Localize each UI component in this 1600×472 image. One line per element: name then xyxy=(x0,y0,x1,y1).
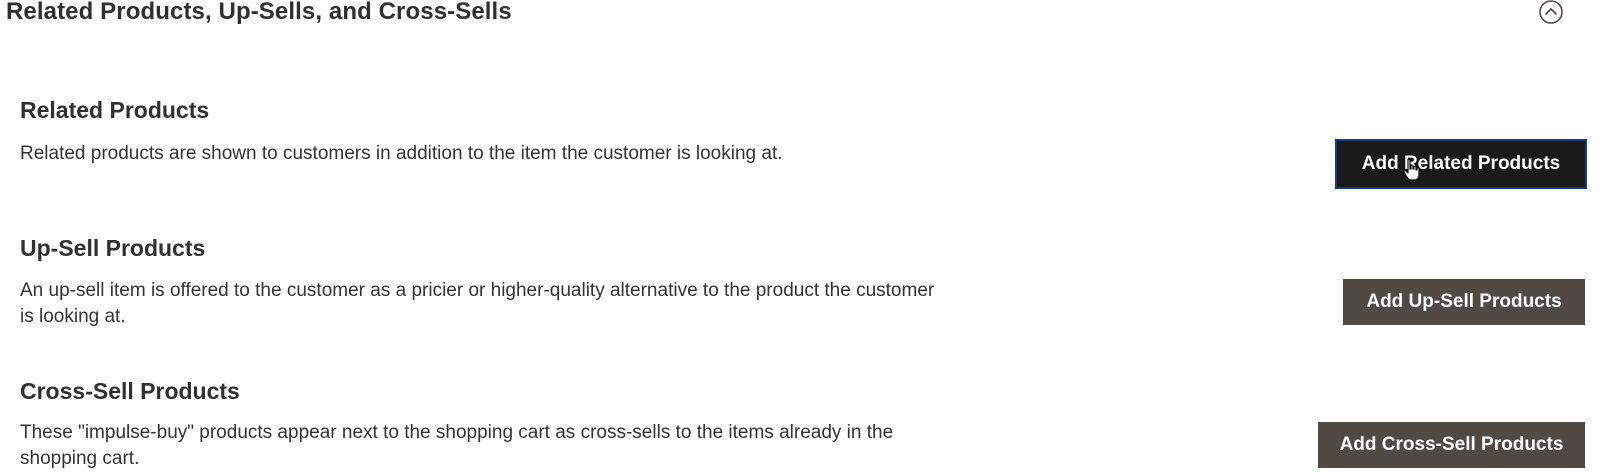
add-related-products-button[interactable]: Add Related Products xyxy=(1337,141,1585,187)
chevron-up-circle-icon[interactable] xyxy=(1539,0,1563,24)
crosssell-products-description: These "impulse-buy" products appear next… xyxy=(20,422,894,469)
related-products-title: Related Products xyxy=(20,97,210,123)
related-products-description: Related products are shown to customers … xyxy=(20,143,783,164)
add-crosssell-products-button[interactable]: Add Cross-Sell Products xyxy=(1318,422,1585,468)
section-title: Related Products, Up-Sells, and Cross-Se… xyxy=(6,0,512,25)
add-upsell-products-button[interactable]: Add Up-Sell Products xyxy=(1343,279,1585,325)
crosssell-products-title: Cross-Sell Products xyxy=(20,378,240,404)
upsell-products-title: Up-Sell Products xyxy=(20,235,206,261)
section-header[interactable]: Related Products, Up-Sells, and Cross-Se… xyxy=(6,0,1586,31)
upsell-products-description: An up-sell item is offered to the custom… xyxy=(20,280,935,327)
product-relations-panel: Related Products, Up-Sells, and Cross-Se… xyxy=(0,0,1600,472)
